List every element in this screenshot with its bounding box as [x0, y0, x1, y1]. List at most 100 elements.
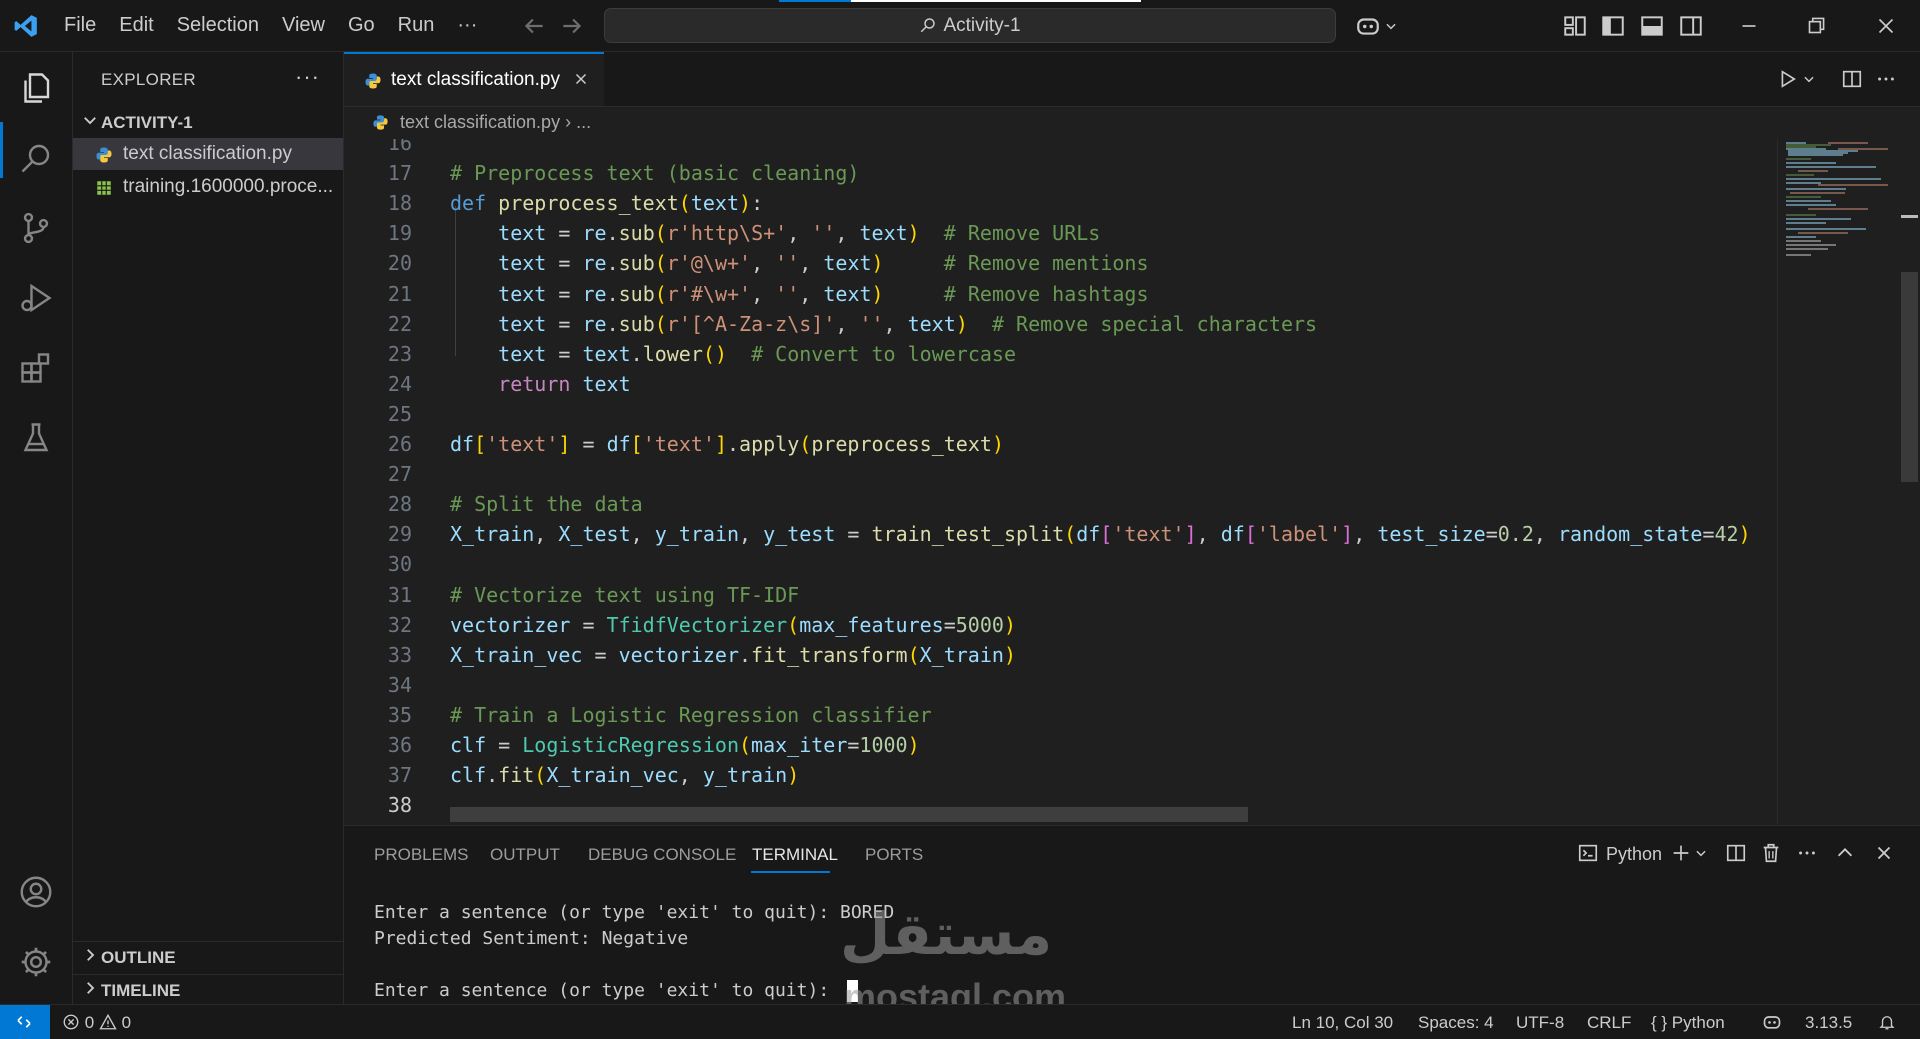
code-line: text = text.lower() # Convert to lowerca… — [498, 341, 1016, 366]
watermark-arabic: مستقل — [840, 900, 1053, 968]
file-name: text classification.py — [123, 143, 292, 164]
eol-setting[interactable]: CRLF — [1587, 1013, 1631, 1033]
search-icon[interactable] — [18, 140, 54, 176]
extensions-icon[interactable] — [18, 350, 54, 386]
menu-edit[interactable]: Edit — [119, 14, 153, 37]
folder-activity-1[interactable]: ACTIVITY-1 — [73, 107, 343, 137]
line-number: 19 — [387, 221, 412, 246]
scrollbar-cursor-marker — [1901, 215, 1918, 218]
testing-flask-icon[interactable] — [18, 420, 54, 456]
close-window-icon[interactable] — [1873, 13, 1899, 39]
minimap-preview — [1786, 142, 1888, 256]
terminal-profile-label[interactable]: Python — [1606, 844, 1662, 865]
editor-tab-bar: text classification.py — [344, 52, 1920, 107]
menu-go[interactable]: Go — [348, 14, 375, 37]
warning-count: 0 — [121, 1013, 132, 1032]
code-line: X_train_vec = vectorizer.fit_transform(X… — [450, 642, 1016, 667]
encoding-setting[interactable]: UTF-8 — [1516, 1013, 1564, 1033]
command-center-search[interactable]: Activity-1 — [604, 8, 1336, 43]
code-line: return text — [498, 371, 631, 396]
menu-bar: File Edit Selection View Go Run ··· — [64, 0, 500, 51]
code-line: # Train a Logistic Regression classifier — [450, 702, 932, 727]
vscode-logo-icon — [14, 15, 37, 37]
accounts-icon[interactable] — [18, 874, 54, 910]
error-icon — [63, 1014, 79, 1030]
line-number: 23 — [387, 341, 412, 366]
tab-terminal[interactable]: TERMINAL — [752, 845, 838, 865]
restore-icon[interactable] — [1803, 13, 1829, 39]
line-number: 28 — [387, 492, 412, 517]
chevron-down-icon[interactable] — [1384, 13, 1398, 39]
maximize-panel-chevron-up-icon[interactable] — [1834, 842, 1856, 864]
line-number: 22 — [387, 311, 412, 336]
cursor-position[interactable]: Ln 10, Col 30 — [1292, 1013, 1393, 1033]
line-number: 35 — [387, 702, 412, 727]
code-line: clf.fit(X_train_vec, y_train) — [450, 763, 800, 788]
split-terminal-icon[interactable] — [1725, 842, 1747, 864]
code-line: clf = LogisticRegression(max_iter=1000) — [450, 733, 920, 757]
code-line: text = re.sub(r'#\w+', '', text) # Remov… — [498, 281, 1149, 306]
menu-selection[interactable]: Selection — [177, 14, 259, 37]
menu-view[interactable]: View — [282, 14, 325, 37]
menu-file[interactable]: File — [64, 14, 96, 37]
line-number: 24 — [387, 371, 412, 396]
new-terminal-plus-icon[interactable] — [1670, 842, 1692, 864]
tab-output[interactable]: OUTPUT — [490, 845, 560, 865]
language-mode[interactable]: { } Python — [1651, 1013, 1725, 1033]
line-number: 18 — [387, 191, 412, 216]
tab-text-classification[interactable]: text classification.py — [344, 52, 604, 106]
minimap[interactable] — [1777, 139, 1900, 824]
tab-problems[interactable]: PROBLEMS — [374, 845, 468, 865]
more-actions-icon[interactable] — [1875, 68, 1897, 90]
error-count: 0 — [84, 1013, 95, 1032]
file-text-classification[interactable]: text classification.py — [73, 138, 343, 170]
trash-icon[interactable] — [1760, 842, 1782, 864]
close-panel-icon[interactable] — [1873, 842, 1895, 864]
remote-indicator[interactable] — [0, 1005, 50, 1039]
notifications-bell-icon[interactable] — [1878, 1013, 1896, 1031]
code-editor[interactable]: 16 17 18 19 20 21 22 23 24 25 26 27 28 29 30 31 32 33 34 35… — [344, 139, 1777, 824]
activity-active-indicator — [0, 122, 3, 178]
timeline-section[interactable]: TIMELINE — [73, 974, 343, 1005]
scrollbar-thumb[interactable] — [1901, 272, 1918, 482]
run-debug-icon[interactable] — [18, 280, 54, 316]
more-actions-icon[interactable] — [1796, 842, 1818, 864]
run-file-icon[interactable] — [1776, 68, 1798, 90]
line-number: 34 — [387, 672, 412, 697]
copilot-icon[interactable] — [1353, 13, 1383, 39]
chevron-down-icon[interactable] — [1802, 68, 1816, 90]
chevron-down-icon[interactable] — [1694, 842, 1708, 864]
file-training-csv[interactable]: training.1600000.proce... — [73, 171, 343, 203]
gear-icon[interactable] — [18, 944, 54, 980]
back-arrow-icon[interactable] — [521, 13, 547, 39]
menu-run[interactable]: Run — [398, 14, 435, 37]
python-file-icon — [96, 147, 112, 163]
terminal-prompt[interactable]: Enter a sentence (or type 'exit' to quit… — [374, 980, 840, 1001]
toggle-panel-icon[interactable] — [1639, 13, 1665, 39]
customize-layout-icon[interactable] — [1562, 13, 1588, 39]
python-interpreter-version[interactable]: 3.13.5 — [1805, 1013, 1852, 1033]
source-control-icon[interactable] — [18, 210, 54, 246]
outline-label: OUTLINE — [101, 948, 176, 967]
forward-arrow-icon[interactable] — [559, 13, 585, 39]
tab-debug-console[interactable]: DEBUG CONSOLE — [588, 845, 736, 865]
copilot-status-icon[interactable] — [1760, 1012, 1784, 1032]
tab-ports[interactable]: PORTS — [865, 845, 923, 865]
menu-more[interactable]: ··· — [457, 14, 477, 37]
indentation-setting[interactable]: Spaces: 4 — [1418, 1013, 1494, 1033]
toggle-secondary-sidebar-icon[interactable] — [1678, 13, 1704, 39]
explorer-more-actions[interactable]: ··· — [295, 64, 320, 90]
minimize-icon[interactable] — [1736, 13, 1762, 39]
line-number: 17 — [387, 161, 412, 186]
horizontal-scrollbar[interactable] — [450, 807, 1248, 822]
vertical-scrollbar[interactable] — [1899, 139, 1920, 824]
chevron-right-icon — [87, 949, 95, 961]
breadcrumb-item[interactable]: text classification.py › ... — [400, 112, 591, 133]
split-editor-icon[interactable] — [1841, 68, 1863, 90]
problems-indicator[interactable]: 0 0 — [62, 1013, 131, 1033]
explorer-files-icon[interactable] — [18, 70, 54, 106]
toggle-primary-sidebar-icon[interactable] — [1600, 13, 1626, 39]
outline-section[interactable]: OUTLINE — [73, 941, 343, 972]
line-number: 16 — [387, 139, 412, 155]
close-tab-icon[interactable] — [572, 70, 590, 88]
